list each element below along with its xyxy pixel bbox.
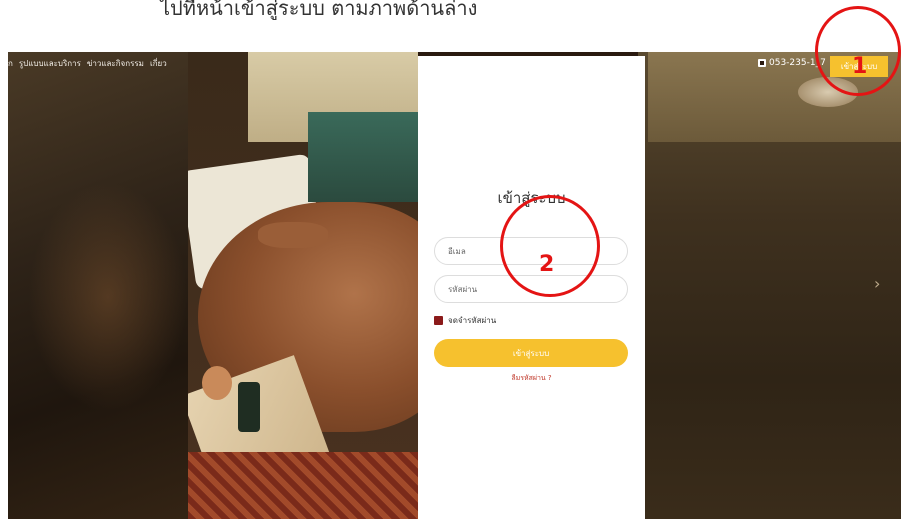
background-glow [28, 182, 188, 412]
website-screenshot: ก รูปแบบและบริการ ข่าวและกิจกรรม เกี่ยว … [8, 52, 901, 519]
oil-jar [202, 366, 232, 400]
nav-item-home[interactable]: ก [8, 57, 13, 70]
caption-text: ไปที่หน้าเข้าสู่ระบบ ตามภาพด้านล่าง [160, 0, 478, 20]
instruction-caption: ไปที่หน้าเข้าสู่ระบบ ตามภาพด้านล่าง [0, 0, 901, 52]
annotation-number-2: 2 [539, 252, 555, 277]
password-placeholder: รหัสผ่าน [448, 284, 478, 294]
oil-bottle [238, 382, 260, 432]
email-placeholder: อีเมล [448, 246, 466, 256]
remember-checkbox[interactable] [434, 316, 443, 325]
nav-item-about[interactable]: เกี่ยว [150, 57, 167, 70]
remember-label: จดจำรหัสผ่าน [448, 316, 497, 325]
therapist-vest [308, 112, 418, 202]
top-navigation: ก รูปแบบและบริการ ข่าวและกิจกรรม เกี่ยว [8, 52, 188, 74]
login-submit-button[interactable]: เข้าสู่ระบบ [434, 339, 628, 367]
massage-photo [188, 52, 418, 519]
annotation-circle-2 [500, 195, 600, 297]
forgot-password-link[interactable]: ลืมรหัสผ่าน ? [418, 373, 645, 384]
remember-me[interactable]: จดจำรหัสผ่าน [434, 314, 496, 327]
therapist-hand [258, 222, 328, 248]
phone-icon [758, 59, 766, 67]
nav-item-news[interactable]: ข่าวและกิจกรรม [87, 57, 144, 70]
patterned-cloth [188, 452, 418, 519]
nav-item-services[interactable]: รูปแบบและบริการ [19, 57, 81, 70]
annotation-number-1: 1 [852, 54, 868, 79]
annotation-circle-1 [815, 6, 901, 96]
chevron-right-icon[interactable]: › [874, 274, 880, 293]
